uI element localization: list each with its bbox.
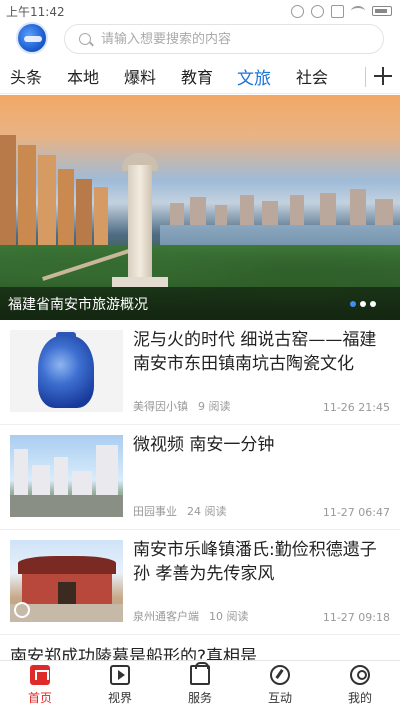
status-bar: 上午11:42 [0, 0, 400, 22]
tab-culture-tourism[interactable]: 文旅 [237, 64, 271, 89]
carousel-dot[interactable] [350, 301, 356, 307]
news-meta: 美得因小镇 9 阅读 [133, 398, 231, 414]
nav-me[interactable]: 我的 [330, 665, 390, 706]
building [0, 135, 16, 255]
news-read-count: 10 阅读 [209, 610, 249, 623]
bluetooth-icon [311, 4, 324, 18]
news-source: 美得因小镇 [133, 400, 188, 413]
vase-image [38, 336, 94, 408]
nav-label: 服务 [187, 691, 212, 705]
news-source: 泉州通客户端 [133, 610, 199, 623]
status-time: 上午11:42 [6, 5, 65, 19]
tab-divider [365, 67, 366, 87]
tab-tips[interactable]: 爆料 [124, 64, 156, 88]
skyline-building [215, 205, 227, 227]
temple-door [58, 582, 76, 604]
news-time: 11-27 06:47 [322, 506, 390, 519]
nav-label: 视界 [107, 691, 132, 705]
banner-caption-bar: 福建省南安市旅游概况 [0, 287, 400, 320]
news-title: 微视频 南安一分钟 [133, 435, 275, 455]
user-icon [350, 665, 370, 685]
search-bar[interactable] [64, 24, 384, 54]
news-thumbnail [10, 540, 123, 622]
news-meta: 泉州通客户端 10 阅读 [133, 608, 249, 624]
city-building [32, 465, 50, 495]
news-title[interactable]: 南安郑成功陵墓是船形的?真相是 [10, 642, 390, 662]
news-thumbnail [10, 435, 123, 517]
news-item[interactable]: 南安市乐峰镇潘氏:勤俭积德遗子孙 孝善为先传家风 泉州通客户端 10 阅读 11-… [0, 530, 400, 635]
city-building [14, 449, 28, 495]
city-building [72, 471, 92, 495]
carousel-dot[interactable] [370, 301, 376, 307]
video-icon [110, 665, 130, 685]
building [76, 179, 92, 255]
skyline-building [375, 199, 393, 227]
nav-video[interactable]: 视界 [90, 665, 150, 706]
building [58, 169, 74, 255]
nav-interact[interactable]: 互动 [250, 665, 310, 706]
news-title: 南安市乐峰镇潘氏:勤俭积德遗子孙 孝善为先传家风 [133, 540, 377, 584]
tab-society[interactable]: 社会 [296, 64, 328, 88]
nav-label: 首页 [27, 691, 52, 705]
wifi-icon [351, 6, 365, 16]
news-item[interactable]: 微视频 南安一分钟 田园事业 24 阅读 11-27 06:47 [0, 425, 400, 530]
nav-label: 互动 [267, 691, 292, 705]
building [38, 155, 56, 255]
nav-home[interactable]: 首页 [10, 665, 70, 706]
carousel-dot[interactable] [360, 301, 366, 307]
search-input[interactable] [101, 25, 371, 53]
city-building [54, 457, 68, 495]
news-read-count: 9 阅读 [198, 400, 231, 413]
skyline-building [262, 201, 278, 227]
home-icon [30, 665, 50, 685]
header [0, 22, 400, 62]
skyline-building [350, 189, 366, 227]
video-badge-icon [14, 602, 30, 618]
nav-label: 我的 [347, 691, 372, 705]
tab-local[interactable]: 本地 [67, 64, 99, 88]
compass-icon [270, 665, 290, 685]
monument-base [112, 277, 168, 287]
banner-carousel[interactable]: 福建省南安市旅游概况 [0, 95, 400, 320]
alarm-icon [291, 4, 304, 18]
temple-roof [18, 556, 116, 574]
skyline-building [190, 197, 206, 227]
sim-icon [331, 4, 344, 18]
skyline-building [240, 195, 254, 227]
city-road [10, 495, 123, 517]
search-icon [79, 33, 91, 45]
news-item[interactable]: 泥与火的时代 细说古窑——福建南安市东田镇南坑古陶瓷文化 美得因小镇 9 阅读 1… [0, 320, 400, 425]
news-source: 田园事业 [133, 505, 177, 518]
news-meta: 田园事业 24 阅读 [133, 503, 227, 519]
bottom-nav: 首页 视界 服务 互动 我的 [0, 660, 400, 711]
skyline-building [320, 193, 336, 227]
battery-icon [372, 6, 392, 16]
nav-service[interactable]: 服务 [170, 662, 230, 706]
category-tabs: 头条 本地 爆料 教育 文旅 社会 [0, 60, 400, 94]
skyline-building [290, 195, 304, 227]
service-icon [190, 662, 210, 685]
news-time: 11-27 09:18 [322, 611, 390, 624]
city-building [96, 445, 118, 495]
news-title: 泥与火的时代 细说古窑——福建南安市东田镇南坑古陶瓷文化 [133, 330, 377, 374]
news-thumbnail [10, 330, 123, 412]
status-icons [291, 4, 392, 18]
add-channel-icon[interactable] [373, 64, 393, 88]
monument [128, 165, 152, 283]
tab-education[interactable]: 教育 [181, 64, 213, 88]
building [18, 145, 36, 255]
skyline-building [170, 203, 184, 227]
carousel-indicator [350, 301, 376, 307]
news-time: 11-26 21:45 [322, 401, 390, 414]
app-logo-icon[interactable] [16, 22, 48, 54]
news-read-count: 24 阅读 [187, 505, 227, 518]
tab-headlines[interactable]: 头条 [10, 64, 42, 88]
banner-caption: 福建省南安市旅游概况 [8, 297, 148, 313]
